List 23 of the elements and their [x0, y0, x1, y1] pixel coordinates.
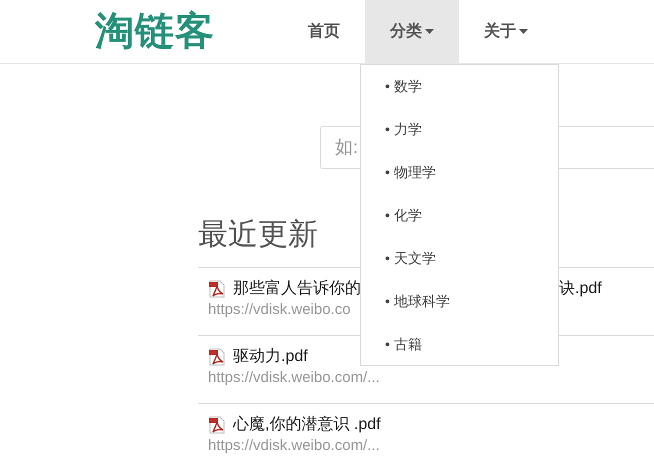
caret-icon — [425, 29, 434, 34]
menu-item[interactable]: • 古籍 — [361, 329, 558, 372]
pdf-file-icon — [208, 416, 226, 434]
nav-link[interactable]: 关于 — [459, 0, 553, 63]
file-link[interactable]: 诀.pdf — [559, 278, 602, 299]
file-url: https://vdisk.weibo.com/... — [208, 437, 380, 454]
menu-item[interactable]: • 地球科学 — [361, 286, 558, 329]
caret-icon — [519, 29, 528, 34]
menu-item[interactable]: • 化学 — [361, 200, 558, 243]
nav-link[interactable]: 首页 — [283, 0, 365, 63]
pdf-file-icon — [208, 280, 226, 298]
file-url: https://vdisk.weibo.co — [208, 301, 351, 318]
file-url: https://vdisk.weibo.com/... — [208, 369, 380, 386]
site-logo[interactable]: 淘链客 — [95, 0, 275, 63]
file-link[interactable]: 心魔,你的潜意识 .pdf — [233, 414, 381, 435]
file-link[interactable]: 那些富人告诉你的 — [233, 278, 361, 299]
file-link[interactable]: 驱动力.pdf — [233, 346, 308, 367]
menu-item[interactable]: • 力学 — [361, 114, 558, 157]
menu-item[interactable]: • 天文学 — [361, 243, 558, 286]
menu-item[interactable]: • 数学 — [361, 71, 558, 114]
menu-item[interactable]: • 物理学 — [361, 157, 558, 200]
nav-link[interactable]: 分类 — [365, 0, 459, 63]
pdf-file-icon — [208, 348, 226, 366]
